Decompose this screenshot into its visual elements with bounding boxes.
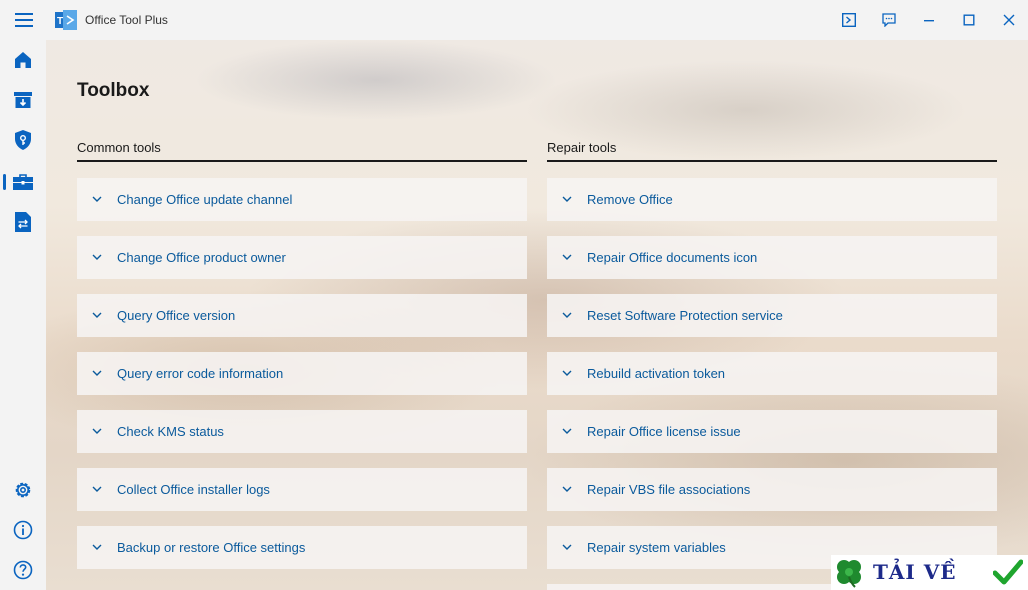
chevron-down-icon	[562, 196, 572, 202]
tool-label: Repair Office license issue	[587, 424, 741, 439]
nav-deploy[interactable]	[0, 80, 46, 120]
minimize-icon	[924, 20, 934, 22]
tool-label: Backup or restore Office settings	[117, 540, 306, 555]
minimize-button[interactable]	[909, 0, 949, 40]
nav-home[interactable]	[0, 40, 46, 80]
nav-about[interactable]	[0, 510, 46, 550]
tool-label: Query error code information	[117, 366, 284, 381]
nav-convert[interactable]	[0, 202, 46, 242]
tool-label: Remove Office	[587, 192, 673, 207]
watermark-badge: TẢI VỀ	[831, 555, 1028, 590]
chevron-down-icon	[562, 544, 572, 550]
svg-text:T: T	[57, 16, 63, 27]
side-navigation	[0, 40, 46, 590]
chevron-down-icon	[562, 370, 572, 376]
maximize-icon	[963, 14, 975, 26]
tool-remove-office[interactable]: Remove Office	[547, 178, 997, 221]
tool-change-product-owner[interactable]: Change Office product owner	[77, 236, 527, 279]
tool-repair-documents-icon[interactable]: Repair Office documents icon	[547, 236, 997, 279]
tool-reset-software-protection[interactable]: Reset Software Protection service	[547, 294, 997, 337]
nav-toolbox[interactable]	[0, 162, 46, 202]
tool-label: Query Office version	[117, 308, 236, 323]
chevron-down-icon	[562, 312, 572, 318]
feedback-button[interactable]	[869, 0, 909, 40]
page-title: Toolbox	[77, 80, 150, 101]
section-header-repair: Repair tools	[547, 140, 617, 155]
tool-label: Reset Software Protection service	[587, 308, 783, 323]
settings-icon	[15, 482, 31, 498]
nav-activation[interactable]	[0, 120, 46, 160]
tool-label: Repair Office documents icon	[587, 250, 758, 265]
nav-settings[interactable]	[0, 470, 46, 510]
maximize-button[interactable]	[949, 0, 989, 40]
help-icon	[13, 560, 33, 580]
section-header-common: Common tools	[77, 140, 161, 155]
tool-label: Repair VBS file associations	[587, 482, 751, 497]
tool-repair-license-issue[interactable]: Repair Office license issue	[547, 410, 997, 453]
section-divider-repair	[547, 160, 997, 162]
tool-label: Collect Office installer logs	[117, 482, 270, 497]
main-content: Toolbox Common tools Repair tools Change…	[46, 40, 1028, 590]
close-icon	[1003, 14, 1015, 26]
hamburger-icon	[15, 13, 33, 27]
tool-label: Change Office update channel	[117, 192, 293, 207]
chevron-down-icon	[92, 428, 102, 434]
nav-help[interactable]	[0, 550, 46, 590]
chevron-down-icon	[92, 370, 102, 376]
home-icon	[15, 52, 31, 68]
tool-label: Change Office product owner	[117, 250, 286, 265]
tool-query-error-code[interactable]: Query error code information	[77, 352, 527, 395]
activation-icon	[15, 130, 31, 150]
office-tool-plus-logo: T	[55, 10, 77, 30]
tool-change-update-channel[interactable]: Change Office update channel	[77, 178, 527, 221]
close-button[interactable]	[989, 0, 1028, 40]
tool-collect-installer-logs[interactable]: Collect Office installer logs	[77, 468, 527, 511]
checkmark-icon	[993, 559, 1023, 585]
watermark-text: TẢI VỀ	[873, 560, 957, 584]
tool-label: Repair system variables	[587, 540, 726, 555]
toolbox-icon	[13, 174, 33, 190]
tool-repair-vbs-associations[interactable]: Repair VBS file associations	[547, 468, 997, 511]
console-icon	[842, 13, 856, 27]
tool-check-kms-status[interactable]: Check KMS status	[77, 410, 527, 453]
chevron-down-icon	[92, 486, 102, 492]
tool-backup-restore-settings[interactable]: Backup or restore Office settings	[77, 526, 527, 569]
tool-query-office-version[interactable]: Query Office version	[77, 294, 527, 337]
chevron-down-icon	[562, 486, 572, 492]
chevron-down-icon	[562, 254, 572, 260]
chevron-down-icon	[92, 312, 102, 318]
tool-label: Rebuild activation token	[587, 366, 726, 381]
app-title: Office Tool Plus	[85, 13, 168, 27]
section-divider-common	[77, 160, 527, 162]
feedback-icon	[882, 13, 896, 27]
tool-rebuild-activation-token[interactable]: Rebuild activation token	[547, 352, 997, 395]
about-icon	[13, 520, 33, 540]
chevron-down-icon	[92, 254, 102, 260]
convert-icon	[15, 212, 31, 232]
chevron-down-icon	[562, 428, 572, 434]
deploy-icon	[14, 92, 32, 108]
tool-label: Check KMS status	[117, 424, 224, 439]
clover-icon	[837, 560, 861, 588]
menu-button[interactable]	[4, 0, 44, 40]
chevron-down-icon	[92, 544, 102, 550]
chevron-down-icon	[92, 196, 102, 202]
console-button[interactable]	[829, 0, 869, 40]
title-bar: T Office Tool Plus	[0, 0, 1028, 40]
